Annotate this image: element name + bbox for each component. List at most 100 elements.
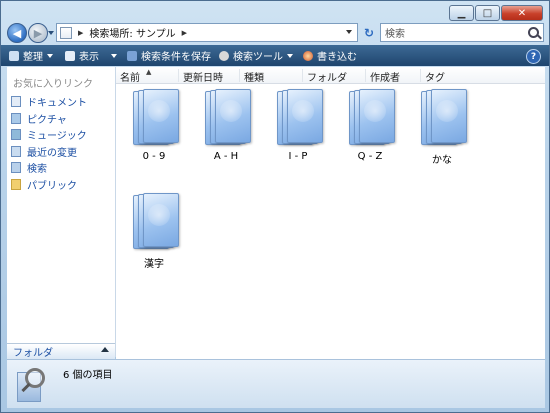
- help-icon: ?: [530, 51, 537, 62]
- stack-item[interactable]: かな: [412, 87, 472, 166]
- column-header-label: 更新日時: [183, 73, 223, 84]
- maximize-button[interactable]: □: [475, 5, 500, 21]
- item-label: 0 - 9: [142, 151, 166, 162]
- details-pane: 6 個の項目: [7, 359, 545, 408]
- navigation-pane: お気に入りリンク ドキュメント ピクチャ ミュージック 最近の変更 検索 パブリ…: [7, 67, 116, 357]
- folders-toggle[interactable]: フォルダ: [7, 343, 115, 359]
- item-label: かな: [432, 155, 452, 166]
- address-dropdown-icon[interactable]: [346, 30, 352, 34]
- column-header-folder[interactable]: フォルダ: [303, 69, 366, 84]
- nav-item-public[interactable]: パブリック: [11, 177, 77, 192]
- column-header-row: 名前 ▲ 更新日時 種類 フォルダ 作成者 タグ: [116, 67, 545, 84]
- save-icon: [127, 50, 137, 61]
- column-header-tags[interactable]: タグ: [421, 69, 481, 84]
- search-placeholder: 検索: [385, 29, 405, 40]
- nav-item-label: 検索: [27, 164, 47, 175]
- column-header-type[interactable]: 種類: [240, 69, 303, 84]
- item-count: 6 個の項目: [63, 370, 113, 381]
- nav-item-label: ピクチャ: [27, 115, 67, 126]
- item-label: A - H: [213, 151, 239, 162]
- chevron-down-icon: [111, 53, 117, 58]
- command-bar: 整理 表示 検索条件を保存 検索ツール 書き込む: [1, 45, 549, 66]
- views-label: 表示: [79, 52, 99, 63]
- column-header-name[interactable]: 名前 ▲: [116, 68, 179, 84]
- search-folder-icon: [60, 26, 72, 39]
- item-label: I - P: [288, 151, 308, 162]
- forward-arrow-icon: ▶: [33, 26, 43, 40]
- help-button[interactable]: ?: [526, 49, 541, 64]
- organize-icon: [9, 50, 19, 61]
- nav-item-music[interactable]: ミュージック: [11, 127, 87, 142]
- searches-icon: [11, 162, 21, 173]
- sort-ascending-icon: ▲: [146, 68, 152, 76]
- favorite-links-heading: お気に入りリンク: [13, 79, 93, 90]
- breadcrumb-search-location[interactable]: 検索場所: サンプル: [89, 25, 175, 40]
- organize-label: 整理: [23, 52, 43, 63]
- refresh-button[interactable]: ↻: [361, 23, 377, 42]
- stack-icon: [273, 87, 323, 147]
- maximize-icon: □: [482, 7, 493, 19]
- nav-item-label: 最近の変更: [27, 148, 77, 159]
- recent-changes-icon: [11, 146, 21, 157]
- refresh-icon: ↻: [363, 25, 375, 40]
- public-folder-icon: [11, 179, 21, 190]
- back-arrow-icon: ◀: [12, 26, 22, 40]
- nav-item-documents[interactable]: ドキュメント: [11, 94, 87, 109]
- column-header-author[interactable]: 作成者: [366, 69, 421, 84]
- back-button[interactable]: ◀: [7, 23, 27, 43]
- search-results-icon: [13, 368, 45, 402]
- views-icon: [65, 50, 75, 61]
- chevron-up-icon: [101, 347, 109, 352]
- stack-icon: [417, 87, 467, 147]
- minimize-button[interactable]: ▁: [449, 5, 474, 21]
- nav-item-recent-changes[interactable]: 最近の変更: [11, 144, 77, 159]
- stack-icon: [129, 87, 179, 147]
- column-header-label: 名前: [120, 73, 140, 84]
- column-header-label: 作成者: [370, 73, 400, 84]
- explorer-window: ▁ □ ✕ ◀ ▶ ▶ 検索場所: サンプル ▶ ↻ 検索 整理 表示 検索条件…: [0, 0, 550, 413]
- save-search-button[interactable]: 検索条件を保存: [127, 48, 211, 63]
- burn-label: 書き込む: [317, 52, 357, 63]
- title-bar: ▁ □ ✕ ◀ ▶ ▶ 検索場所: サンプル ▶ ↻ 検索: [1, 1, 549, 45]
- window-controls: ▁ □ ✕: [448, 5, 543, 21]
- stack-item[interactable]: Q - Z: [340, 87, 400, 162]
- stack-item[interactable]: 漢字: [124, 191, 184, 270]
- organize-button[interactable]: 整理: [9, 48, 53, 63]
- chevron-down-icon: [47, 53, 53, 58]
- recent-pages-dropdown[interactable]: [48, 31, 54, 35]
- pictures-icon: [11, 113, 21, 124]
- forward-button[interactable]: ▶: [28, 23, 48, 43]
- search-icon[interactable]: [528, 27, 539, 38]
- nav-item-label: パブリック: [27, 181, 77, 192]
- close-icon: ✕: [517, 7, 527, 19]
- search-tools-button[interactable]: 検索ツール: [219, 48, 293, 63]
- search-tools-icon: [219, 50, 229, 61]
- stack-item[interactable]: A - H: [196, 87, 256, 162]
- nav-item-searches[interactable]: 検索: [11, 160, 47, 175]
- item-label: Q - Z: [357, 151, 383, 162]
- chevron-down-icon: [287, 53, 293, 58]
- search-input[interactable]: 検索: [380, 23, 544, 42]
- file-list: 名前 ▲ 更新日時 種類 フォルダ 作成者 タグ 0 - 9 A - H I -…: [116, 67, 545, 359]
- stack-item[interactable]: 0 - 9: [124, 87, 184, 162]
- nav-item-label: ミュージック: [27, 131, 87, 142]
- column-header-date-modified[interactable]: 更新日時: [179, 69, 240, 84]
- nav-item-label: ドキュメント: [27, 98, 87, 109]
- search-tools-label: 検索ツール: [233, 52, 283, 63]
- stack-icon: [201, 87, 251, 147]
- save-search-label: 検索条件を保存: [141, 52, 211, 63]
- documents-icon: [11, 96, 21, 107]
- folders-label: フォルダ: [13, 348, 53, 359]
- burn-button[interactable]: 書き込む: [303, 48, 357, 63]
- close-button[interactable]: ✕: [501, 5, 543, 21]
- column-header-label: 種類: [244, 73, 264, 84]
- breadcrumb-separator-icon[interactable]: ▶: [78, 29, 83, 37]
- stack-item[interactable]: I - P: [268, 87, 328, 162]
- views-button[interactable]: 表示: [65, 48, 117, 63]
- minimize-icon: ▁: [457, 7, 466, 19]
- address-bar[interactable]: ▶ 検索場所: サンプル ▶: [56, 23, 358, 42]
- column-header-label: タグ: [425, 73, 445, 84]
- breadcrumb-separator-icon[interactable]: ▶: [182, 29, 187, 37]
- nav-item-pictures[interactable]: ピクチャ: [11, 111, 67, 126]
- item-label: 漢字: [144, 259, 164, 270]
